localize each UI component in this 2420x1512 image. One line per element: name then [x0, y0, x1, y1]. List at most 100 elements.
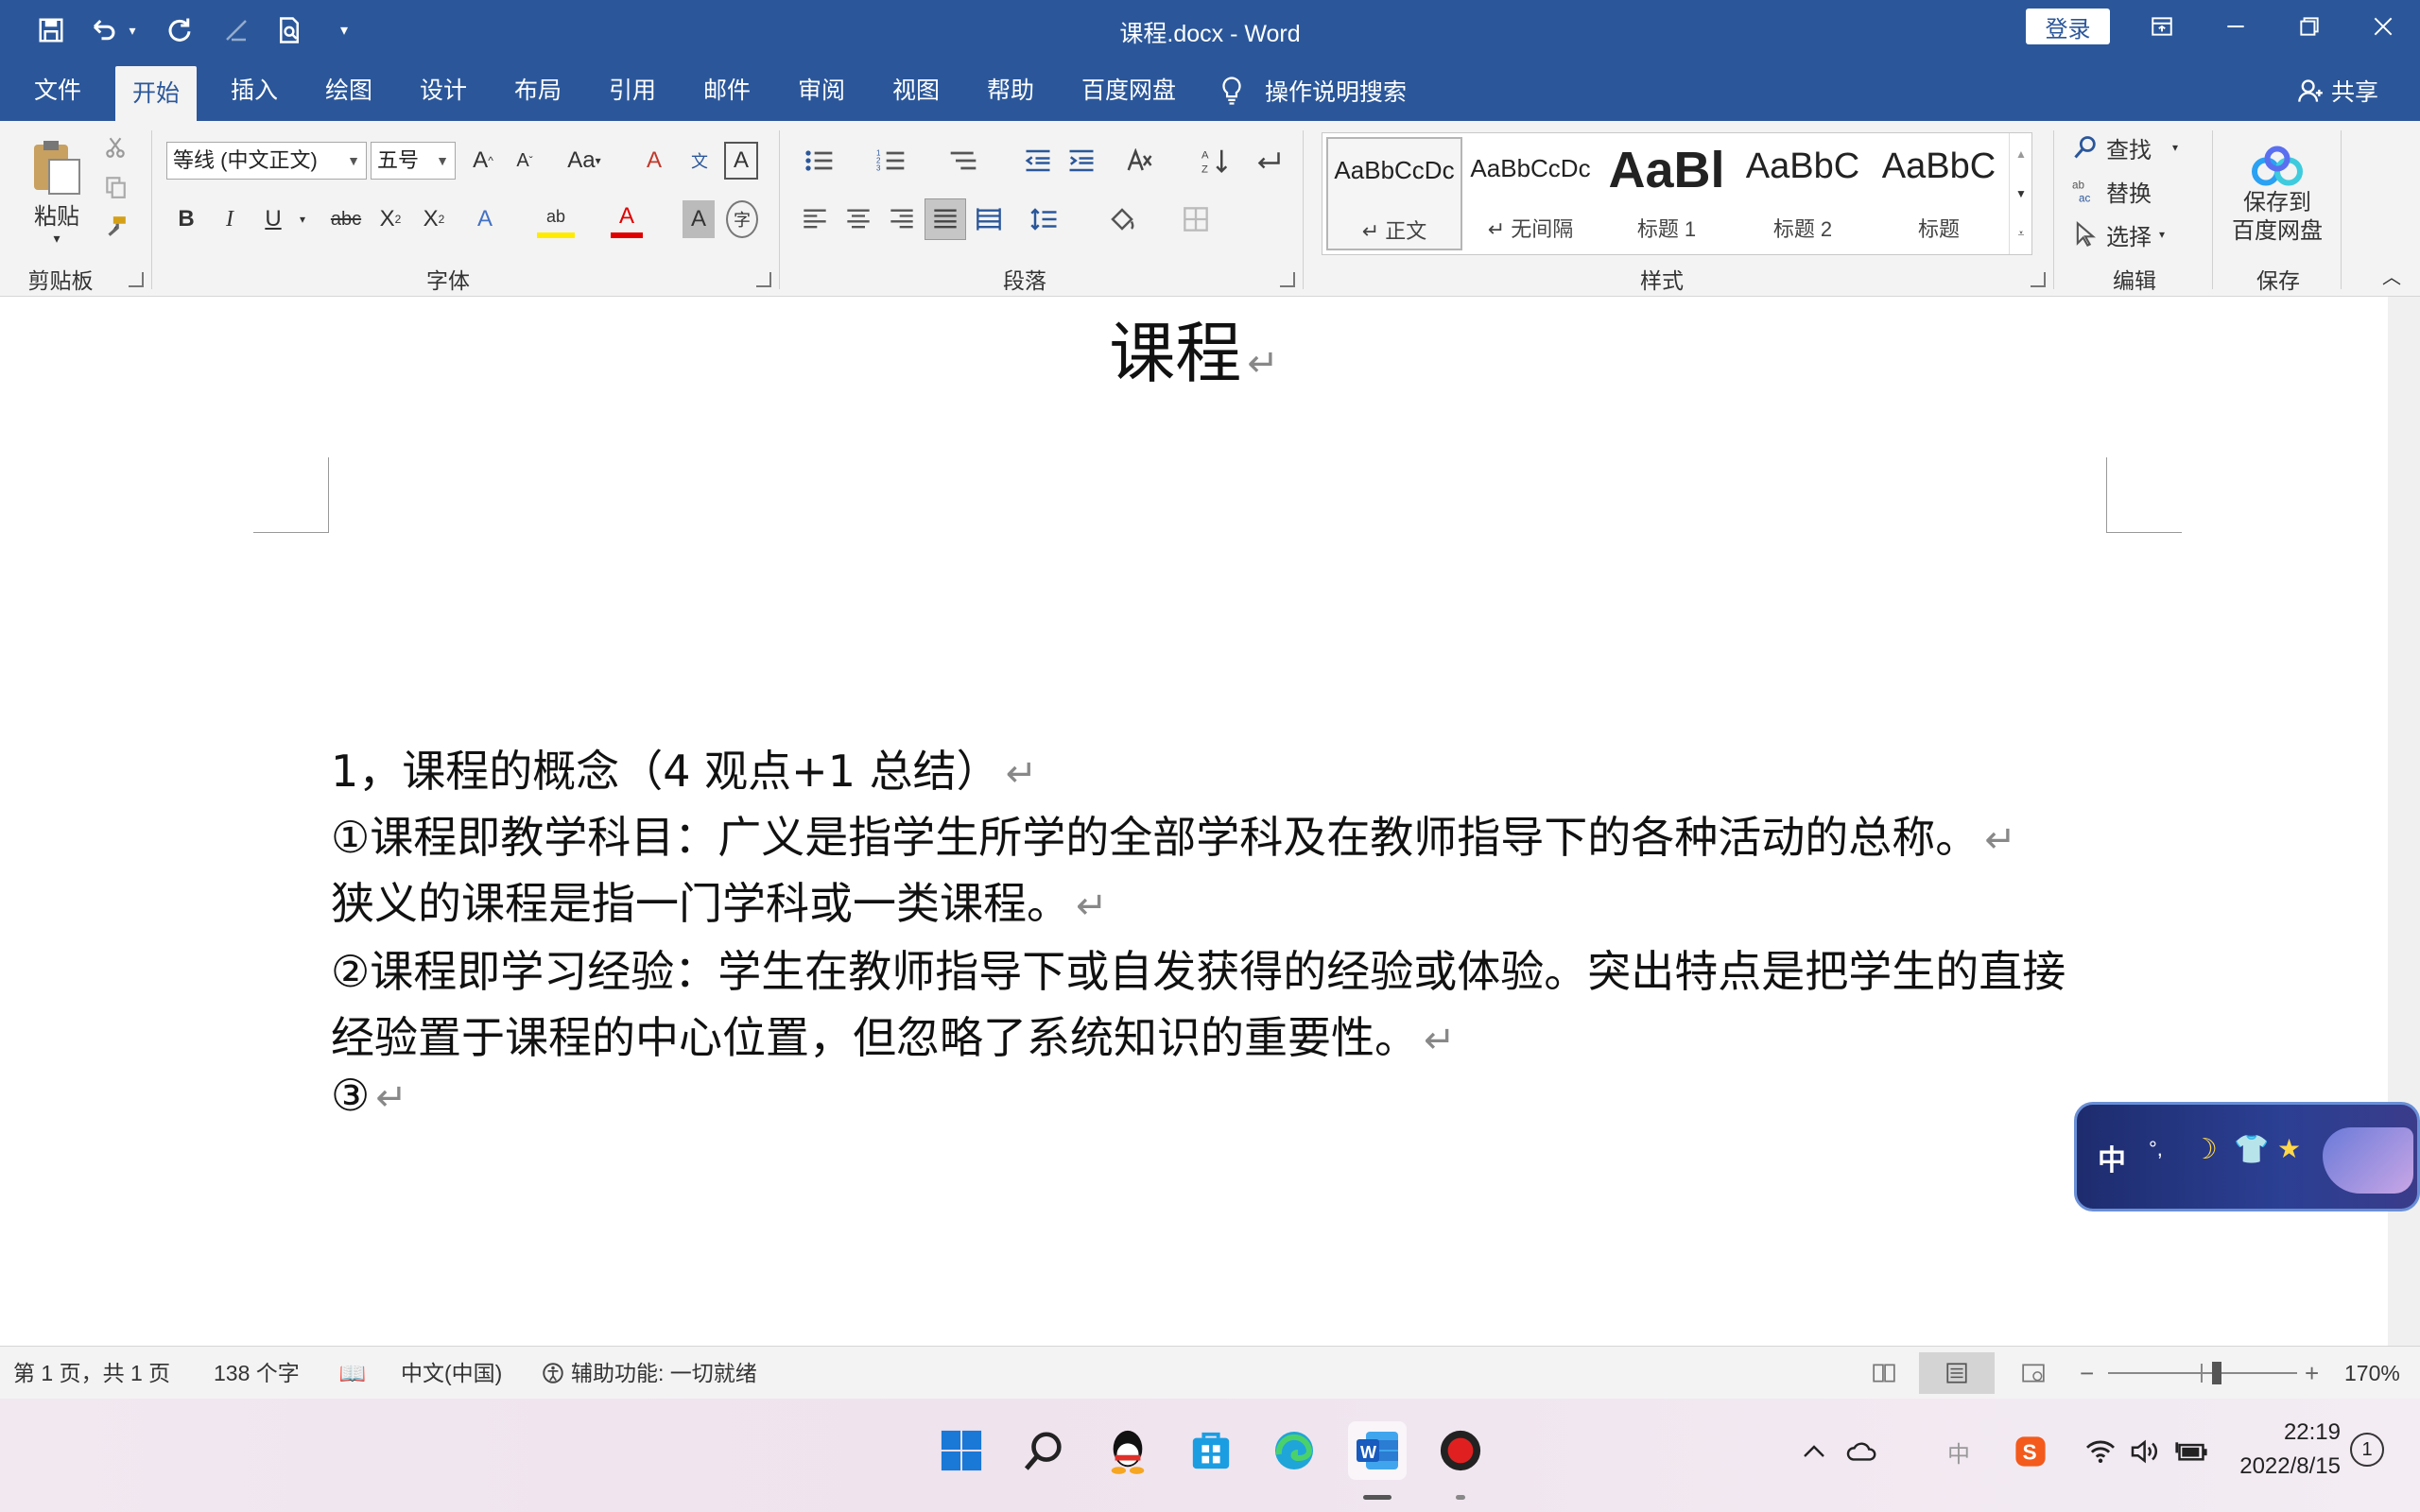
- wifi-icon[interactable]: [2082, 1431, 2119, 1472]
- underline-dropdown-icon[interactable]: ▾: [295, 200, 310, 238]
- document-paragraph[interactable]: ①课程即教学科目：广义是指学生所学的全部学科及在教师指导下的各种活动的总称。 ↵: [331, 803, 2016, 866]
- chinese-layout-icon[interactable]: [1115, 142, 1163, 180]
- chevron-up-icon[interactable]: [1798, 1431, 1830, 1472]
- tab-layout[interactable]: 布局: [497, 60, 579, 121]
- superscript-icon[interactable]: X2: [418, 200, 450, 238]
- star-icon[interactable]: ★: [2277, 1133, 2301, 1164]
- font-size-combo[interactable]: 五号 ▼: [371, 142, 456, 180]
- minimize-icon[interactable]: [2203, 0, 2269, 53]
- tab-home[interactable]: 开始: [115, 66, 198, 121]
- document-paragraph[interactable]: ②课程即学习经验：学生在教师指导下或自发获得的经验或体验。突出特点是把学生的直接: [331, 937, 2066, 1000]
- document-heading[interactable]: 课程 ↵: [0, 301, 2388, 396]
- sogou-icon[interactable]: S: [2012, 1431, 2049, 1472]
- align-center-icon[interactable]: [839, 200, 877, 238]
- proofing-icon[interactable]: 📖: [338, 1347, 367, 1400]
- styles-launcher-icon[interactable]: [2031, 272, 2046, 287]
- login-button[interactable]: 登录: [2026, 9, 2110, 44]
- numbering-icon[interactable]: 123: [870, 142, 913, 180]
- phonetic-guide-icon[interactable]: 文: [683, 142, 717, 180]
- paragraph-launcher-icon[interactable]: [1280, 272, 1295, 287]
- save-to-baidu-button[interactable]: 保存到 百度网盘: [2223, 134, 2331, 257]
- justify-icon[interactable]: [925, 198, 966, 240]
- paste-dropdown-icon[interactable]: ▾: [53, 231, 60, 247]
- character-shading-icon[interactable]: A: [683, 200, 715, 238]
- bullets-icon[interactable]: [798, 142, 841, 180]
- style-heading-2[interactable]: AaBbC 标题 2: [1735, 137, 1871, 250]
- gallery-up-icon[interactable]: ▲: [2010, 135, 2032, 173]
- store-icon[interactable]: [1182, 1421, 1240, 1480]
- word-icon[interactable]: W: [1348, 1421, 1407, 1480]
- distributed-icon[interactable]: [970, 200, 1008, 238]
- tab-design[interactable]: 设计: [403, 60, 484, 121]
- tab-draw[interactable]: 绘图: [308, 60, 389, 121]
- font-name-combo[interactable]: 等线 (中文正文) ▼: [166, 142, 367, 180]
- bold-icon[interactable]: B: [170, 200, 202, 238]
- notification-badge[interactable]: 1: [2350, 1433, 2384, 1467]
- select-button[interactable]: 选择 ▾: [2072, 215, 2165, 253]
- tab-help[interactable]: 帮助: [970, 60, 1051, 121]
- skin-icon[interactable]: 👕: [2234, 1133, 2269, 1166]
- zoom-level[interactable]: 170%: [2344, 1347, 2400, 1400]
- tab-insert[interactable]: 插入: [214, 60, 295, 121]
- accessibility-checker[interactable]: 辅助功能: 一切就绪: [541, 1347, 757, 1400]
- recorder-icon[interactable]: [1431, 1421, 1490, 1480]
- subscript-icon[interactable]: X2: [374, 200, 406, 238]
- tab-file[interactable]: 文件: [17, 60, 98, 121]
- align-left-icon[interactable]: [796, 200, 834, 238]
- replace-button[interactable]: ab ac 替换: [2072, 172, 2152, 210]
- qq-icon[interactable]: [1098, 1421, 1157, 1480]
- format-painter-icon[interactable]: [100, 212, 130, 242]
- style-normal[interactable]: AaBbCcDc ↵ 正文: [1326, 137, 1462, 250]
- tab-review[interactable]: 审阅: [781, 60, 862, 121]
- shrink-font-icon[interactable]: Aˇ: [509, 142, 541, 180]
- tab-mailings[interactable]: 邮件: [686, 60, 768, 121]
- increase-indent-icon[interactable]: [1063, 142, 1100, 180]
- find-button[interactable]: 查找 ▾: [2072, 129, 2178, 166]
- windows-start-icon[interactable]: [932, 1421, 991, 1480]
- font-launcher-icon[interactable]: [756, 272, 771, 287]
- search-icon[interactable]: [1015, 1421, 1074, 1480]
- battery-icon[interactable]: [2172, 1431, 2210, 1472]
- ime-mode-label[interactable]: 中: [2098, 1137, 2126, 1178]
- italic-icon[interactable]: I: [214, 200, 246, 238]
- borders-icon[interactable]: [1174, 200, 1218, 238]
- change-case-button[interactable]: Aa ▾: [556, 142, 613, 180]
- font-color-icon[interactable]: A: [611, 200, 643, 238]
- close-icon[interactable]: [2350, 0, 2416, 53]
- paste-button[interactable]: 粘贴 ▾: [23, 130, 91, 253]
- word-count[interactable]: 138 个字: [214, 1347, 300, 1400]
- ribbon-display-options-icon[interactable]: [2129, 0, 2195, 53]
- edge-icon[interactable]: [1265, 1421, 1323, 1480]
- gallery-down-icon[interactable]: ▼: [2010, 175, 2032, 213]
- zoom-out-icon[interactable]: −: [2080, 1347, 2094, 1400]
- strikethrough-icon[interactable]: abc: [327, 200, 365, 238]
- language[interactable]: 中文(中国): [401, 1347, 502, 1400]
- shading-icon[interactable]: [1100, 200, 1144, 238]
- tab-references[interactable]: 引用: [592, 60, 673, 121]
- document-paragraph[interactable]: ③ ↵: [331, 1070, 407, 1121]
- zoom-slider[interactable]: [2108, 1372, 2297, 1374]
- clock[interactable]: 22:19 2022/8/15: [2231, 1412, 2341, 1487]
- multilevel-list-icon[interactable]: [942, 142, 985, 180]
- tab-baidu-netdisk[interactable]: 百度网盘: [1064, 60, 1193, 121]
- decrease-indent-icon[interactable]: [1019, 142, 1057, 180]
- style-no-spacing[interactable]: AaBbCcDc ↵ 无间隔: [1462, 137, 1599, 250]
- clipboard-launcher-icon[interactable]: [129, 272, 144, 287]
- document-paragraph[interactable]: 1，课程的概念（4 观点+1 总结） ↵: [331, 737, 1037, 799]
- character-border-icon[interactable]: A: [724, 142, 758, 180]
- share-button[interactable]: 共享: [2297, 60, 2378, 121]
- cut-icon[interactable]: [100, 132, 130, 163]
- zoom-in-icon[interactable]: +: [2305, 1347, 2319, 1400]
- style-title[interactable]: AaBbC 标题: [1871, 137, 2007, 250]
- ime-indicator[interactable]: 中: [1942, 1431, 1976, 1472]
- tell-me-search[interactable]: 操作说明搜索: [1219, 60, 1407, 121]
- sort-icon[interactable]: AZ: [1197, 142, 1235, 180]
- punctuation-icon[interactable]: °,: [2149, 1137, 2163, 1161]
- document-paragraph[interactable]: 经验置于课程的中心位置，但忽略了系统知识的重要性。 ↵: [331, 1004, 1456, 1066]
- volume-icon[interactable]: [2127, 1431, 2165, 1472]
- gallery-more-icon[interactable]: ⩡: [2010, 215, 2032, 252]
- ime-toolbar[interactable]: 中 °, ☽ 👕 ★: [2074, 1102, 2420, 1211]
- highlight-icon[interactable]: ab: [537, 200, 575, 238]
- moon-icon[interactable]: ☽: [2192, 1133, 2218, 1166]
- underline-icon[interactable]: U: [257, 200, 289, 238]
